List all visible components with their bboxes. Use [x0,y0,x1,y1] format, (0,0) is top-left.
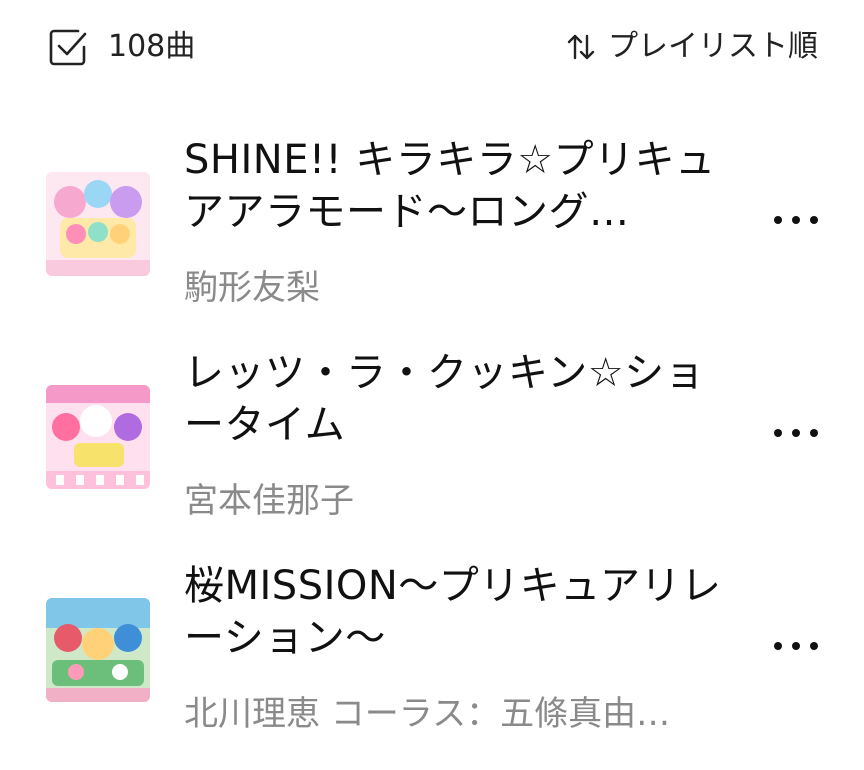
more-options-button[interactable] [774,423,818,443]
track-row[interactable]: 桜MISSION〜プリキュアリレーション〜 北川理恵 コーラス：五條真由… [0,560,864,770]
more-horizontal-icon [774,216,782,224]
checkbox-icon[interactable] [48,27,88,67]
track-artist: 駒形友梨 [184,268,320,308]
more-options-button[interactable] [774,636,818,656]
more-dot [792,216,800,224]
more-dot [810,429,818,437]
sort-label: プレイリスト順 [608,29,818,64]
track-title: レッツ・ラ・クッキン☆ショータイム [184,350,706,448]
list-header: 108曲 プレイリスト順 [0,0,864,96]
sort-button[interactable]: プレイリスト順 [564,26,818,68]
track-row[interactable]: レッツ・ラ・クッキン☆ショータイム 宮本佳那子 [0,347,864,557]
more-options-button[interactable] [774,210,818,230]
more-horizontal-icon [774,642,782,650]
more-dot [792,429,800,437]
album-art [46,172,150,276]
sort-arrows-icon [567,34,595,60]
track-list: 五條真由美 宮本佳那子 SHINE!! キラキラ☆プリキュアアラモード〜ロング…… [0,0,864,750]
track-title: SHINE!! キラキラ☆プリキュアアラモード〜ロング… [184,137,716,235]
more-dot [810,216,818,224]
album-art [46,598,150,702]
more-horizontal-icon [774,429,782,437]
track-artist: 北川理恵 コーラス：五條真由… [184,694,671,734]
track-title: 桜MISSION〜プリキュアリレーション〜 [184,563,722,661]
track-count: 108曲 [108,29,196,64]
track-artist: 宮本佳那子 [184,481,354,521]
more-dot [792,642,800,650]
album-art [46,385,150,489]
track-row[interactable]: SHINE!! キラキラ☆プリキュアアラモード〜ロング… 駒形友梨 [0,134,864,344]
more-dot [810,642,818,650]
